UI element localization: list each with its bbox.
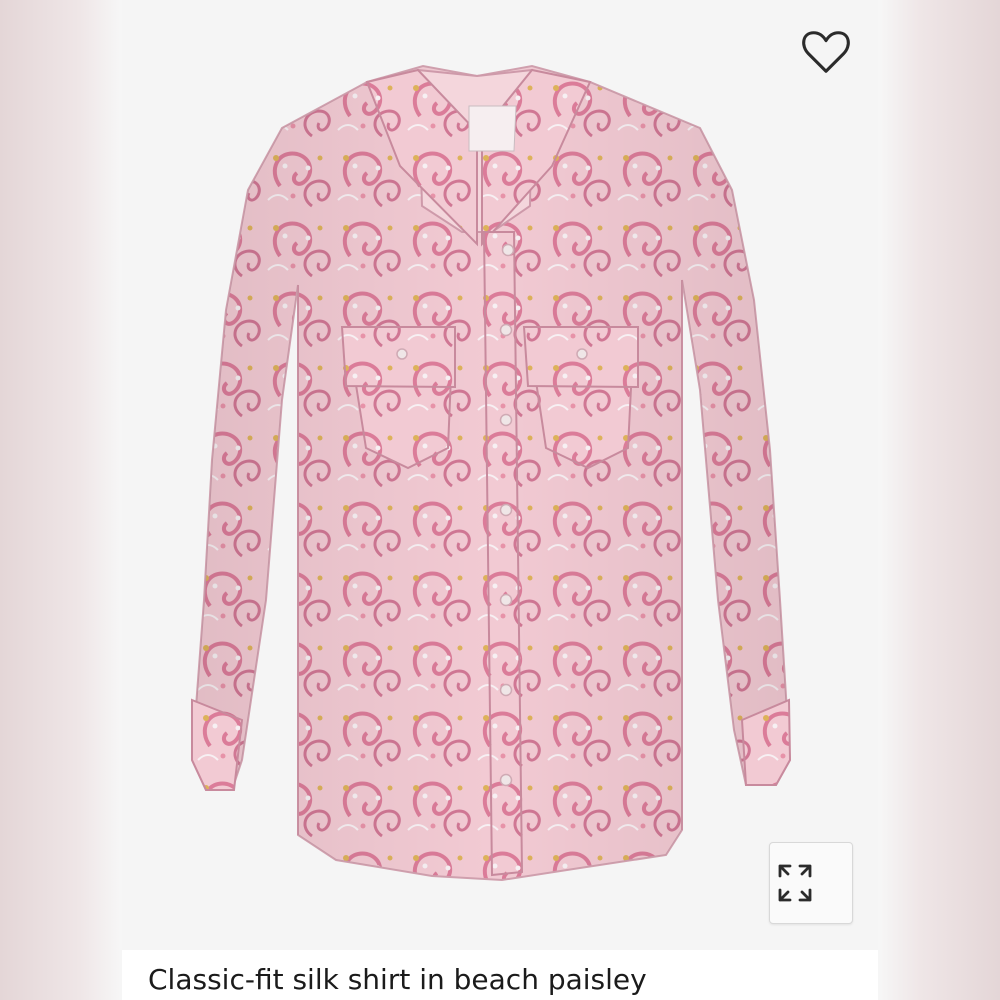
listing-view: Classic-fit silk shirt in beach paisley: [122, 0, 878, 1000]
heart-icon: [802, 31, 850, 73]
product-image[interactable]: [122, 0, 878, 950]
favorite-button[interactable]: [798, 24, 854, 80]
caption-bar: Classic-fit silk shirt in beach paisley: [122, 950, 878, 1000]
product-title: Classic-fit silk shirt in beach paisley: [148, 963, 647, 996]
zoom-button[interactable]: [769, 842, 853, 924]
shirt-illustration: [190, 64, 792, 882]
expand-icon: [778, 864, 812, 902]
